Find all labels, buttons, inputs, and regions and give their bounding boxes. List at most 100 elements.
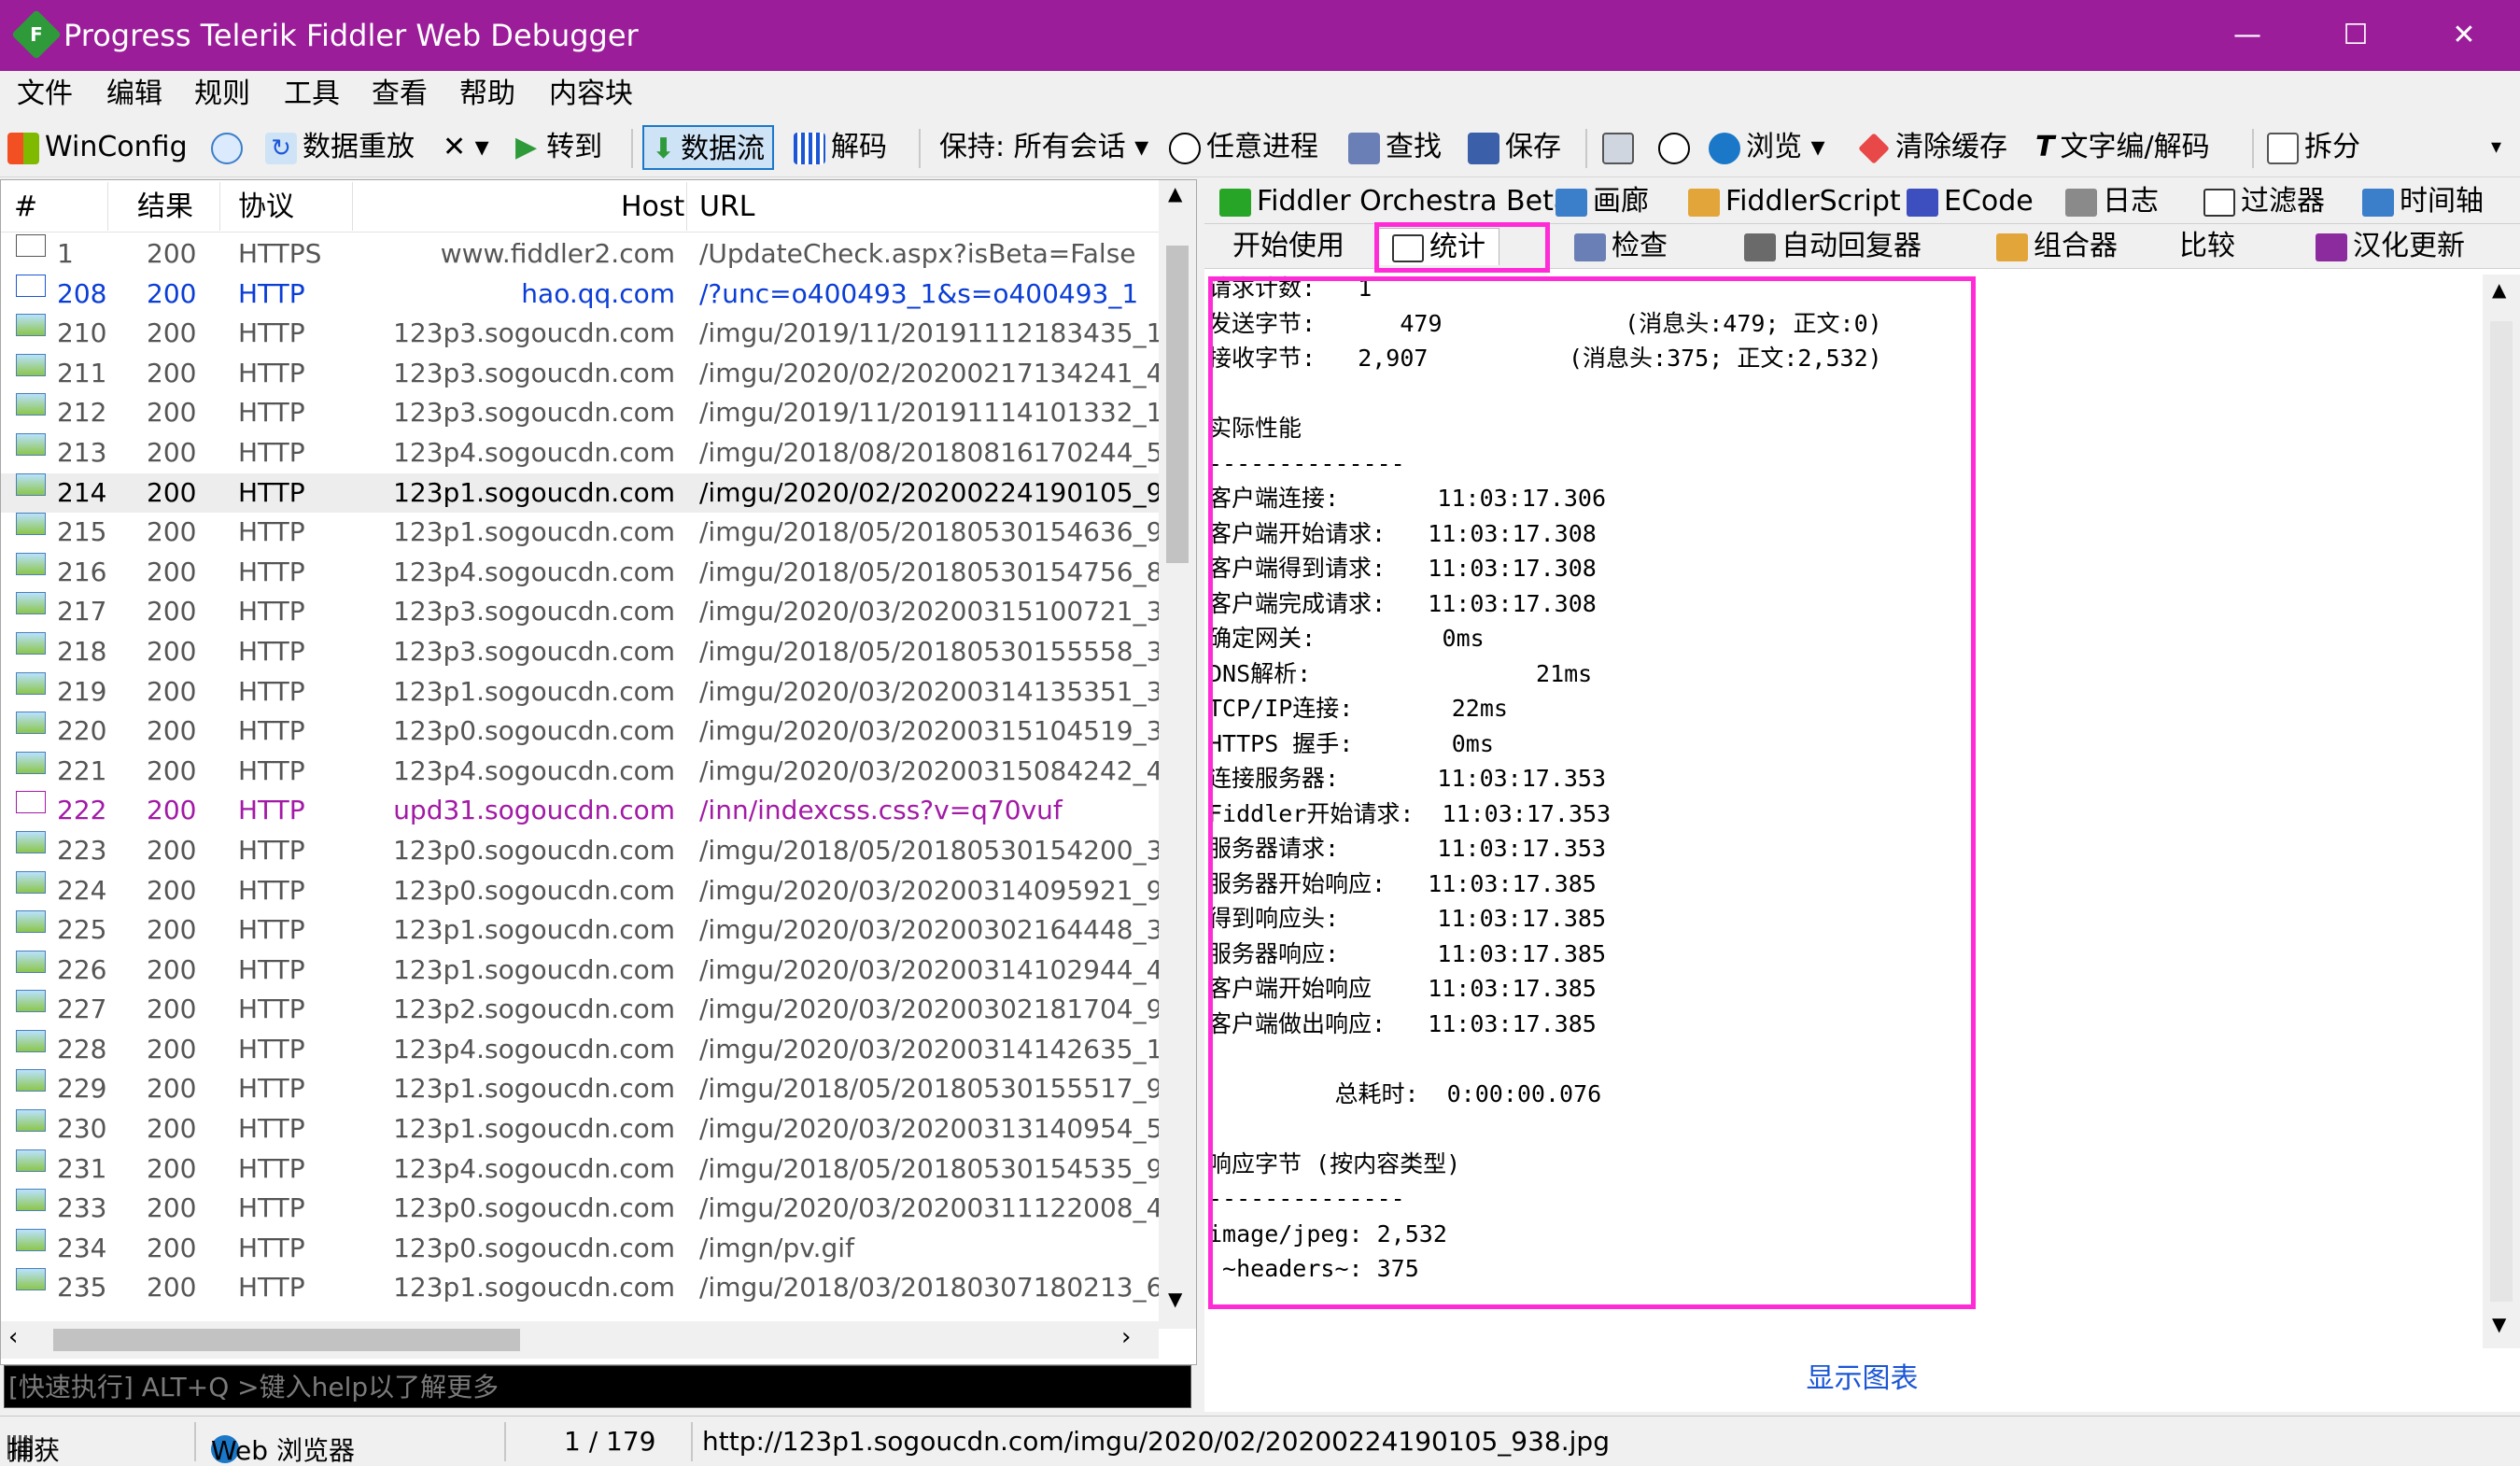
table-row[interactable]: 230 200 HTTP/imgu/2020/03/20200313140954_5… (1, 1109, 1159, 1149)
scroll-up-icon[interactable]: ▲ (1168, 182, 1182, 204)
table-row[interactable]: 225 200 HTTP/imgu/2020/03/20200302164448_3… (1, 910, 1159, 951)
tab-filter[interactable]: 过滤器 (2203, 183, 2325, 220)
scroll-down-icon[interactable]: ▼ (2492, 1313, 2506, 1335)
table-row[interactable]: 226 200 HTTP/imgu/2020/03/20200314102944_4… (1, 950, 1159, 991)
screenshot-button[interactable] (1602, 125, 1640, 170)
session-host: 123p3.sogoucdn.com (393, 357, 675, 388)
table-row[interactable]: 229 200 HTTP/imgu/2018/05/20180530155517_9… (1, 1069, 1159, 1109)
sessions-vertical-scrollbar[interactable]: ▲ ▼ (1159, 180, 1196, 1329)
col-result[interactable]: 结果 (137, 191, 193, 223)
table-row[interactable]: 224 200 HTTP/imgu/2020/03/20200314095921_9… (1, 870, 1159, 911)
table-row[interactable]: 231 200 HTTP/imgu/2018/05/20180530154535_9… (1, 1149, 1159, 1190)
image-icon (16, 1149, 46, 1172)
save-button[interactable]: 保存 (1468, 125, 1561, 170)
any-process-button[interactable]: 任意进程 (1169, 125, 1318, 170)
comment-button[interactable] (211, 125, 248, 170)
stats-tab-highlight (1374, 222, 1550, 273)
replay-button[interactable]: ↻ 数据重放 (265, 125, 415, 170)
gallery-icon (1556, 188, 1587, 217)
scroll-left-icon[interactable]: ‹ (8, 1323, 18, 1351)
sessions-horizontal-scrollbar[interactable]: ‹ › (1, 1321, 1159, 1359)
tab-log[interactable]: 日志 (2065, 183, 2159, 220)
table-row[interactable]: 227 200 HTTP/imgu/2020/03/20200302181704_9… (1, 990, 1159, 1030)
table-row[interactable]: 218 200 HTTP/imgu/2018/05/20180530155558_3… (1, 631, 1159, 672)
col-host[interactable]: Host (621, 191, 684, 223)
hscroll-thumb[interactable] (53, 1329, 520, 1351)
minimize-button[interactable]: — (2193, 0, 2302, 71)
tab-bolt[interactable]: 自动回复器 (1744, 228, 1922, 265)
table-row[interactable]: 214 200 HTTP/imgu/2020/02/20200224190105_9… (1, 472, 1159, 514)
clear-cache-button[interactable]: 清除缓存 (1858, 125, 2007, 170)
tab-item-5[interactable]: 比较 (2179, 228, 2235, 265)
stats-scroll-thumb[interactable] (2490, 321, 2513, 1302)
table-row[interactable]: 233 200 HTTP/imgu/2020/03/20200311122008_4… (1, 1189, 1159, 1229)
table-row[interactable]: 217 200 HTTP/imgu/2020/03/20200315100721_3… (1, 592, 1159, 632)
tab-gallery[interactable]: 画廊 (1556, 183, 1649, 220)
tab-script[interactable]: FiddlerScript (1688, 183, 1901, 220)
quickexec-input[interactable]: [快速执行] ALT+Q >键入help以了解更多 (4, 1365, 1191, 1408)
image-icon (16, 1109, 46, 1133)
tab-compose[interactable]: 组合器 (1996, 228, 2118, 265)
table-row[interactable]: 223 200 HTTP/imgu/2018/05/20180530154200_3… (1, 830, 1159, 871)
table-row[interactable]: 213 200 HTTP/imgu/2018/08/20180816170244_5… (1, 432, 1159, 473)
col-url[interactable]: URL (699, 191, 755, 223)
table-row[interactable]: 212 200 HTTP/imgu/2019/11/20191114101332_1… (1, 393, 1159, 433)
col-num[interactable]: # (14, 191, 37, 223)
goto-button[interactable]: ▶ 转到 (515, 125, 602, 170)
table-row[interactable]: 208 200 HTTP /?unc=o400493_1&s=o400493_1 hao… (1, 274, 1159, 315)
browse-button[interactable]: 浏览 ▾ (1709, 125, 1825, 170)
image-icon (16, 751, 46, 774)
menu-view[interactable]: 查看 (372, 77, 428, 112)
table-row[interactable]: 216 200 HTTP/imgu/2018/05/20180530154756_8… (1, 552, 1159, 593)
menu-file[interactable]: 文件 (17, 77, 73, 112)
tab-inspect[interactable]: 检查 (1574, 228, 1668, 265)
menu-content-blocks[interactable]: 内容块 (549, 77, 633, 112)
tab-label: 自动回复器 (1781, 230, 1922, 262)
toolbar-overflow-icon[interactable]: ▾ (2491, 125, 2501, 170)
session-id: 211 (57, 357, 107, 388)
table-row[interactable]: 228 200 HTTP/imgu/2020/03/20200314142635_1… (1, 1029, 1159, 1070)
session-protocol: HTTP (238, 556, 305, 587)
session-url: /imgu/2020/03/20200311122008_457.jp (699, 1192, 1159, 1224)
menu-tools[interactable]: 工具 (284, 77, 340, 112)
keep-sessions-dropdown[interactable]: 保持: 所有会话 ▾ (939, 125, 1148, 170)
tab-update[interactable]: 汉化更新 (2316, 228, 2465, 265)
maximize-button[interactable]: ☐ (2302, 0, 2410, 71)
menu-help[interactable]: 帮助 (459, 77, 515, 112)
session-result: 200 (147, 1192, 197, 1224)
session-result: 200 (147, 635, 197, 667)
winconfig-button[interactable]: WinConfig (7, 125, 188, 170)
menu-edit[interactable]: 编辑 (106, 77, 162, 112)
scroll-thumb[interactable] (1166, 246, 1189, 563)
tearoff-button[interactable]: 拆分 (2267, 125, 2360, 170)
timer-button[interactable] (1658, 125, 1696, 170)
scroll-right-icon[interactable]: › (1121, 1323, 1131, 1351)
table-row[interactable]: 235 200 HTTP/imgu/2018/03/20180307180213_6… (1, 1268, 1159, 1308)
scroll-up-icon[interactable]: ▲ (2492, 278, 2506, 301)
close-button[interactable]: ✕ (2410, 0, 2518, 71)
session-host: 123p1.sogoucdn.com (393, 914, 675, 946)
table-row[interactable]: 222 200 HTTP/inn/indexcss.css?v=q70vuf upd3… (1, 791, 1159, 831)
table-row[interactable]: 210 200 HTTP/imgu/2019/11/20191112183435_1… (1, 314, 1159, 354)
table-row[interactable]: 220 200 HTTP/imgu/2020/03/20200315104519_3… (1, 712, 1159, 752)
show-chart-link[interactable]: 显示图表 (1204, 1356, 2520, 1403)
statistics-scrollbar[interactable]: ▲ ▼ (2483, 275, 2520, 1348)
tab-item-0[interactable]: 开始使用 (1232, 228, 1344, 265)
decode-button[interactable]: 解码 (794, 125, 887, 170)
find-button[interactable]: 查找 (1348, 125, 1442, 170)
tab-timeline[interactable]: 时间轴 (2362, 183, 2484, 220)
table-row[interactable]: 234 200 HTTP/imgn/pv.gif 123p0.sogoucdn.com (1, 1228, 1159, 1269)
table-row[interactable]: 1 200 HTTPS/UpdateCheck.aspx?isBeta=False w… (1, 234, 1159, 275)
table-row[interactable]: 215 200 HTTP/imgu/2018/05/20180530154636_9… (1, 513, 1159, 553)
tab-ecode[interactable]: ECode (1907, 183, 2034, 220)
table-row[interactable]: 221 200 HTTP/imgu/2020/03/20200315084242_4… (1, 751, 1159, 792)
col-protocol[interactable]: 协议 (238, 191, 294, 223)
stream-button[interactable]: ⬇ 数据流 (642, 125, 775, 170)
remove-button[interactable]: ✕ ▾ (443, 125, 489, 170)
table-row[interactable]: 211 200 HTTP/imgu/2020/02/20200217134241_4… (1, 353, 1159, 394)
scroll-down-icon[interactable]: ▼ (1168, 1288, 1182, 1310)
tab-fo[interactable]: Fiddler Orchestra Beta (1219, 183, 1570, 220)
menu-rules[interactable]: 规则 (194, 77, 250, 112)
table-row[interactable]: 219 200 HTTP/imgu/2020/03/20200314135351_3… (1, 671, 1159, 712)
text-wizard-button[interactable]: T 文字编/解码 (2035, 125, 2210, 170)
